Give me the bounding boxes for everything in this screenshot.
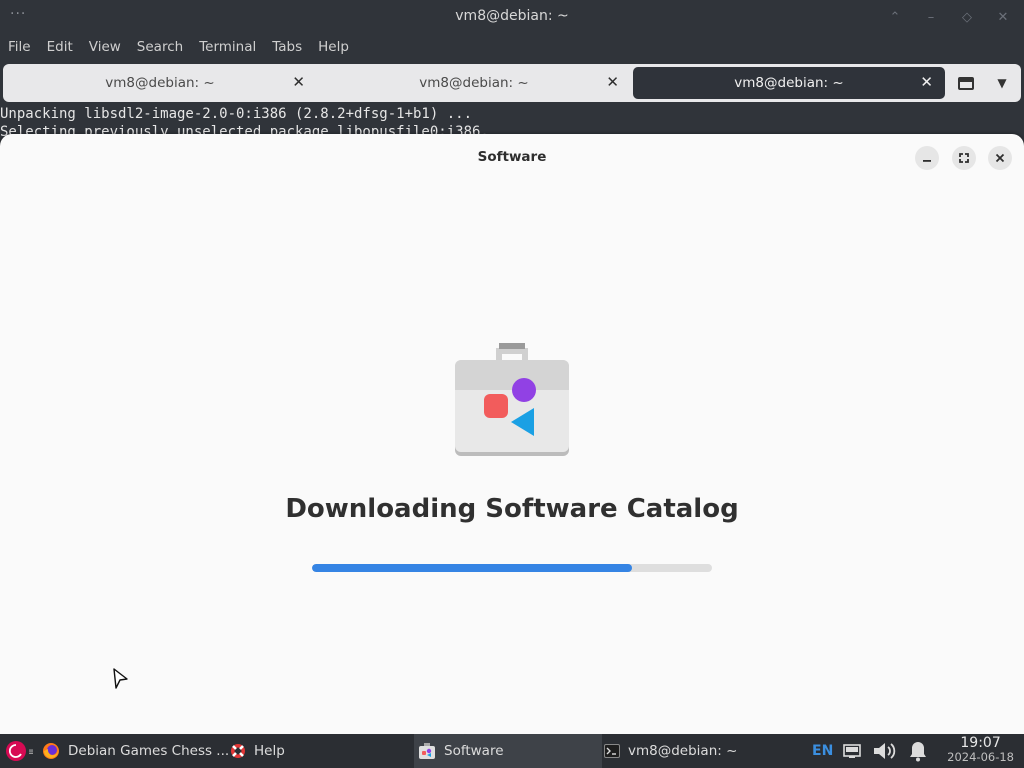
taskbar-item-terminal[interactable]: vm8@debian: ~ [604,734,737,768]
tab-close-icon[interactable]: ✕ [292,73,305,91]
tab-close-icon[interactable]: ✕ [606,73,619,91]
notifications-bell-icon[interactable] [906,734,930,768]
terminal-tab-label: vm8@debian: ~ [734,75,844,91]
taskbar: ≡ Debian Games Chess ... Help Software v… [0,734,1024,768]
tab-list-dropdown-icon[interactable]: ▼ [989,71,1015,95]
maximize-button[interactable] [952,146,976,170]
terminal-tab-label: vm8@debian: ~ [419,75,529,91]
volume-icon[interactable] [872,734,898,768]
loading-heading: Downloading Software Catalog [285,494,739,524]
menu-tabs[interactable]: Tabs [264,34,310,60]
taskbar-item-label: vm8@debian: ~ [628,743,738,759]
terminal-minimize-icon[interactable]: – [920,6,942,28]
menu-terminal[interactable]: Terminal [191,34,264,60]
svg-text:≡: ≡ [28,747,33,758]
close-button[interactable] [988,146,1012,170]
software-store-small-icon [418,742,436,760]
menu-view[interactable]: View [81,34,129,60]
catalog-progress-bar [312,564,712,572]
clock-time: 19:07 [960,735,1001,751]
taskbar-item-help[interactable]: Help [230,734,285,768]
terminal-tab-3-active[interactable]: vm8@debian: ~ ✕ [633,67,945,99]
taskbar-item-chess[interactable]: Debian Games Chess ... [42,734,229,768]
terminal-tab-1[interactable]: vm8@debian: ~ ✕ [3,67,317,99]
terminal-window: ··· vm8@debian: ~ ⌃ – ◇ ✕ File Edit View… [0,0,1024,140]
minimize-button[interactable] [915,146,939,170]
menu-help[interactable]: Help [310,34,357,60]
tab-close-icon[interactable]: ✕ [920,73,933,91]
firefox-icon [42,742,60,760]
software-window: Software Downloading Software Catalog [0,134,1024,734]
new-tab-icon[interactable] [953,71,979,95]
clock-date: 2024-06-18 [947,750,1014,764]
terminal-tab-2[interactable]: vm8@debian: ~ ✕ [317,67,631,99]
taskbar-item-label: Help [254,743,285,759]
debian-logo-icon: ≡ [6,741,33,761]
terminal-line: Unpacking libsdl2-image-2.0-0:i386 (2.8.… [0,106,473,122]
progress-fill [312,564,632,572]
terminal-close-icon[interactable]: ✕ [992,6,1014,28]
software-store-icon [455,343,569,456]
clock[interactable]: 19:07 2024-06-18 [947,736,1014,764]
terminal-collapse-icon[interactable]: ⌃ [884,6,906,28]
terminal-tab-label: vm8@debian: ~ [105,75,215,91]
terminal-tab-bar: vm8@debian: ~ ✕ vm8@debian: ~ ✕ vm8@debi… [3,64,1021,102]
mouse-cursor-icon [113,668,128,689]
menu-file[interactable]: File [0,34,39,60]
taskbar-item-label: Debian Games Chess ... [68,743,230,759]
terminal-menubar: File Edit View Search Terminal Tabs Help [0,34,1024,60]
software-window-title: Software [477,149,547,165]
close-icon [995,153,1005,163]
network-icon[interactable] [843,734,861,768]
taskbar-item-label: Software [444,743,504,759]
maximize-icon [959,153,969,163]
terminal-title: vm8@debian: ~ [455,8,569,24]
terminal-maximize-icon[interactable]: ◇ [956,6,978,28]
menu-search[interactable]: Search [129,34,191,60]
menu-edit[interactable]: Edit [39,34,81,60]
keyboard-layout-indicator[interactable]: EN [812,734,833,768]
application-menu-button[interactable]: ≡ [5,734,33,768]
taskbar-item-software[interactable]: Software [414,734,602,768]
help-lifebuoy-icon [230,743,246,759]
terminal-titlebar[interactable]: ··· vm8@debian: ~ ⌃ – ◇ ✕ [0,0,1024,34]
terminal-icon [604,744,620,758]
minimize-icon [923,160,931,162]
